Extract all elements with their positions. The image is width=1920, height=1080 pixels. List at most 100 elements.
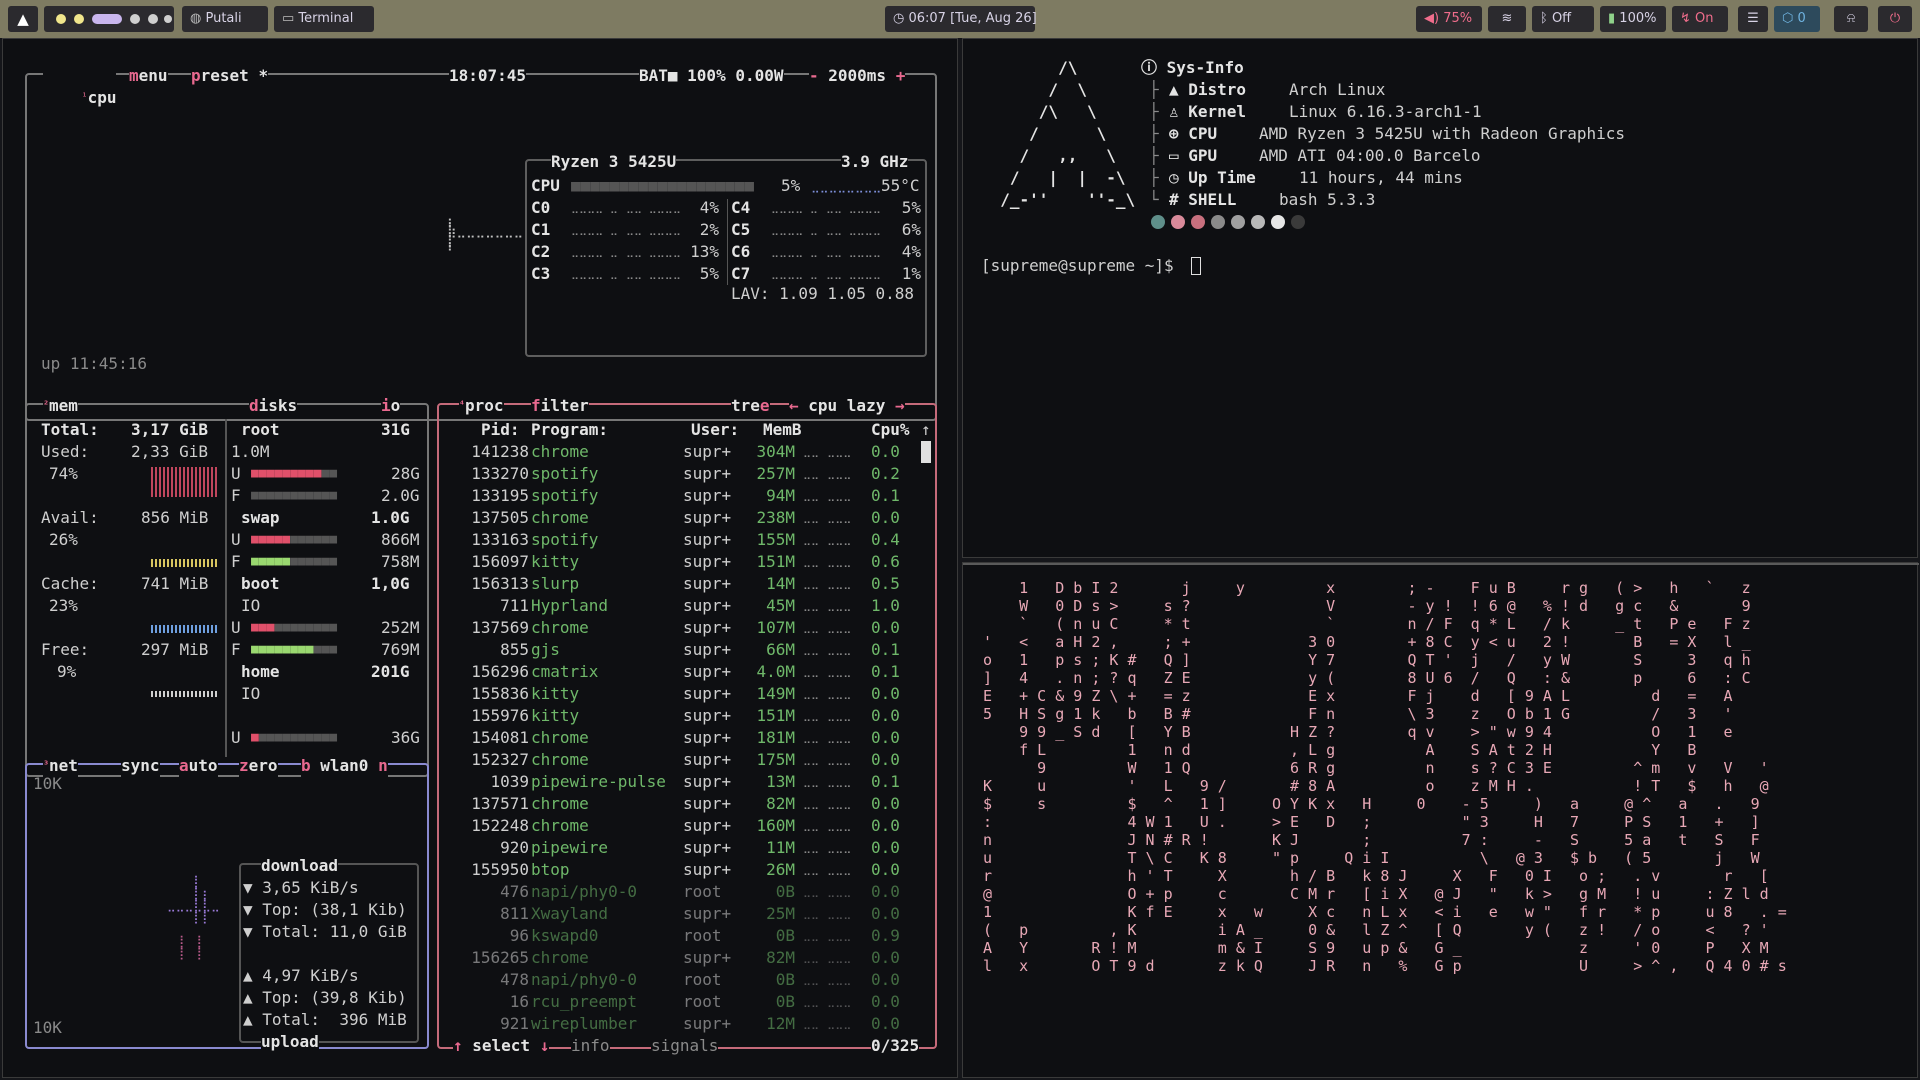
proc-title: ⁴proc	[459, 395, 504, 417]
pid-cell: 133163	[471, 530, 529, 549]
cpu-tab[interactable]: cpu	[88, 88, 117, 107]
nightlight-button[interactable]: ↯ On	[1672, 6, 1728, 32]
terminal-button[interactable]: ▭ Terminal	[274, 6, 374, 32]
upload-top: ▲ Top: (39,8 Kib)	[243, 988, 407, 1007]
updates-button[interactable]: ⬡ 0	[1774, 6, 1820, 32]
cmatrix-output: 1 D b I 2 j y x ; - F u B r g ( > h ` z …	[983, 579, 1787, 975]
disk-root: root	[241, 420, 280, 439]
pid-cell: 811	[500, 904, 529, 923]
mem-used-value: 2,33 GiB	[131, 442, 209, 461]
core-graph: ⣀⣀⣀⣀ ⣀⠀⣀⣀ ⣀⣀⣀⣀	[771, 245, 881, 258]
mem-total-label: Total:	[41, 420, 99, 439]
net-interface[interactable]: b wlan0 n	[301, 755, 388, 777]
disk-boot-io: IO	[241, 596, 261, 615]
workspace-4-dot[interactable]	[130, 14, 140, 24]
net-auto-toggle[interactable]: auto	[179, 755, 218, 777]
user-cell: root	[683, 882, 722, 901]
btop-window[interactable]: ¹cpu menu preset * 18:07:45 BAT■ 100% 0.…	[2, 38, 958, 1078]
mem-graph: ⣀⣀⠀⣀⣀⣀	[803, 687, 852, 700]
update-interval[interactable]: - 2000ms +	[809, 65, 906, 87]
mem-graph: ⣀⣀⠀⣀⣀⣀	[803, 885, 852, 898]
user-cell: supr+	[683, 618, 732, 637]
preset-tab[interactable]: preset *	[191, 65, 269, 87]
workspace-2-dot[interactable]	[74, 14, 84, 24]
cpu-cell: 0.0	[871, 1014, 900, 1033]
upload-title: upload	[261, 1031, 319, 1053]
proc-tree-toggle[interactable]: tree	[731, 395, 770, 417]
proc-filter-toggle[interactable]: filter	[531, 395, 589, 417]
mem-avail-pct: 26%	[49, 530, 78, 549]
proc-select-button[interactable]: ↑ select ↓	[453, 1035, 550, 1057]
mem-graph: ⣀⣀⠀⣀⣀⣀	[803, 929, 852, 942]
cpu-cell: 0.0	[871, 684, 900, 703]
proc-signals-button[interactable]: signals	[651, 1035, 719, 1057]
disks-title[interactable]: disks	[249, 395, 298, 417]
cpu-cell: 0.0	[871, 706, 900, 725]
disk-boot-used-bar: ■■■■■■■■■■■	[251, 620, 338, 635]
mem-cell: 13M	[766, 772, 795, 791]
disk-home-used-label: U	[231, 728, 241, 747]
workspace-5-dot[interactable]	[148, 14, 158, 24]
mem-cell: 151M	[756, 552, 795, 571]
net-zero-toggle[interactable]: zero	[239, 755, 278, 777]
mem-graph: ⣀⣀⠀⣀⣀⣀	[803, 665, 852, 678]
media-button[interactable]: ☰	[1738, 6, 1768, 32]
battery-button[interactable]: ▮ 100%	[1600, 6, 1666, 32]
proc-info-button[interactable]: info	[571, 1035, 610, 1057]
program-cell: btop	[531, 860, 570, 879]
proc-scrollbar[interactable]	[921, 441, 931, 463]
notifications-button[interactable]: ⍾	[1834, 6, 1868, 32]
chip-icon: ⊕	[1169, 124, 1189, 143]
pid-cell: 921	[500, 1014, 529, 1033]
mem-graph: ⣀⣀⠀⣀⣀⣀	[803, 775, 852, 788]
app-icon: ◍	[190, 11, 206, 26]
active-window-button[interactable]: ◍ Putali	[182, 6, 268, 32]
launcher-button[interactable]: ▲	[8, 6, 38, 32]
menu-tab[interactable]: menu	[129, 65, 168, 87]
disk-swap-used: 866M	[381, 530, 420, 549]
col-mem[interactable]: MemB	[763, 419, 802, 441]
cpu-cell: 0.9	[871, 926, 900, 945]
mem-graph: ⣀⣀⠀⣀⣀⣀	[803, 973, 852, 986]
proc-sort-selector[interactable]: ← cpu lazy →	[789, 395, 905, 417]
col-program[interactable]: Program:	[531, 419, 608, 441]
core-graph: ⣀⣀⣀⣀ ⣀⠀⣀⣀ ⣀⣀⣀⣀	[571, 245, 681, 258]
col-pid[interactable]: Pid:	[481, 419, 520, 441]
bluetooth-button[interactable]: ᛒ Off	[1532, 6, 1594, 32]
workspace-6-dot[interactable]	[164, 15, 172, 23]
mem-graph: ⣀⣀⠀⣀⣀⣀	[803, 995, 852, 1008]
pid-cell: 155950	[471, 860, 529, 879]
core-graph: ⣀⣀⣀⣀ ⣀⠀⣀⣀ ⣀⣀⣀⣀	[771, 201, 881, 214]
proc-count: 0/325	[871, 1035, 920, 1057]
pid-cell: 1039	[490, 772, 529, 791]
mem-cell: 82M	[766, 794, 795, 813]
disk-home-size: 201G	[371, 662, 410, 681]
terminal-cursor[interactable]	[1191, 257, 1201, 275]
col-cpu[interactable]: Cpu%	[871, 419, 910, 441]
net-sync-toggle[interactable]: sync	[121, 755, 160, 777]
pid-cell: 133270	[471, 464, 529, 483]
user-cell: supr+	[683, 486, 732, 505]
clock[interactable]: ◷ 06:07 [Tue, Aug 26]	[885, 6, 1037, 32]
workspace-active-pill[interactable]	[92, 14, 122, 24]
net-download-graph: ⠀⠀⠀⡇ ⠀⠀⠀⡇⡆ ⣀⣀⣀⣇⣇⣀ ⠀⠀⠀⡇⡇	[167, 874, 220, 924]
io-toggle[interactable]: io	[381, 395, 401, 417]
mem-free-label: Free:	[41, 640, 90, 659]
mem-cell: 4.0M	[756, 662, 795, 681]
cmatrix-window[interactable]: 1 D b I 2 j y x ; - F u B r g ( > h ` z …	[962, 562, 1919, 1078]
user-cell: supr+	[683, 530, 732, 549]
mem-cell: 149M	[756, 684, 795, 703]
cpu-cell: 0.0	[871, 970, 900, 989]
shell-prompt: [supreme@supreme ~]$	[981, 256, 1174, 275]
workspace-1-dot[interactable]	[56, 14, 66, 24]
mem-cell: 257M	[756, 464, 795, 483]
volume-button[interactable]: ◀) 75%	[1416, 6, 1482, 32]
power-button[interactable]: ⏻	[1878, 6, 1912, 32]
wifi-button[interactable]: ≋	[1488, 6, 1526, 32]
active-window-label: Putali	[205, 11, 242, 26]
col-user[interactable]: User:	[691, 419, 739, 441]
fetch-terminal-window[interactable]: /\ / \ /\ \ / \ / ,, \ / | | -\ /_-'' ''…	[962, 38, 1918, 558]
mem-graph: ⣀⣀⠀⣀⣀⣀	[803, 555, 852, 568]
user-cell: supr+	[683, 508, 732, 527]
mem-cell: 238M	[756, 508, 795, 527]
